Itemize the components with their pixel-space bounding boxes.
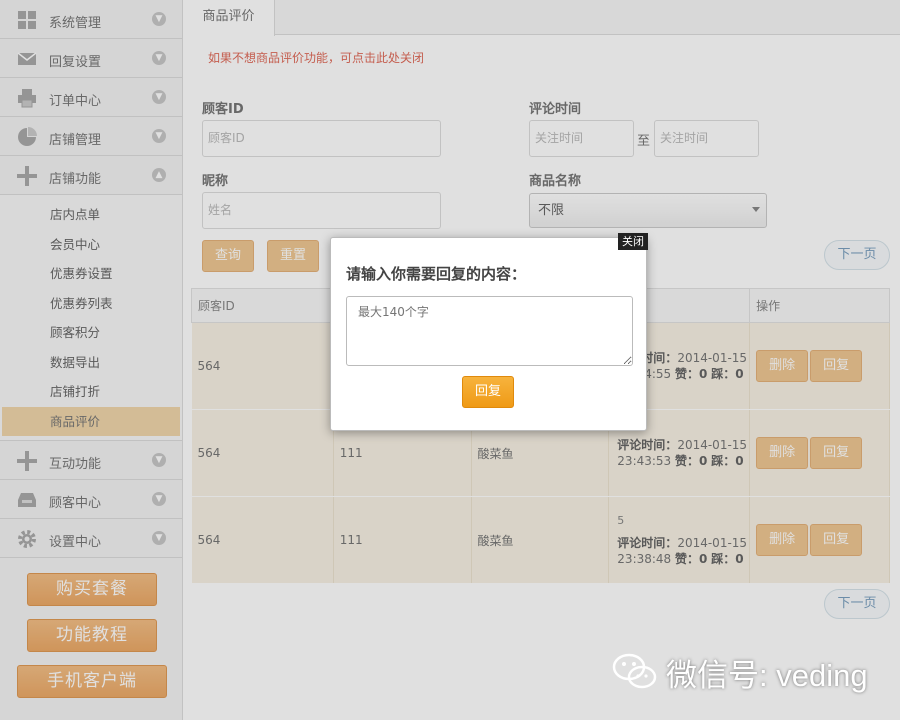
wechat-icon bbox=[612, 651, 658, 694]
reply-modal: 关闭 请输入你需要回复的内容： 回复 bbox=[330, 233, 648, 431]
wechat-watermark: 微信号: veding bbox=[612, 650, 868, 695]
modal-reply-button[interactable]: 回复 bbox=[462, 376, 514, 408]
watermark-text: 微信号: veding bbox=[666, 658, 868, 693]
reply-textarea[interactable] bbox=[346, 296, 633, 366]
modal-title: 请输入你需要回复的内容： bbox=[346, 265, 527, 283]
modal-close-button[interactable]: 关闭 bbox=[618, 233, 648, 250]
